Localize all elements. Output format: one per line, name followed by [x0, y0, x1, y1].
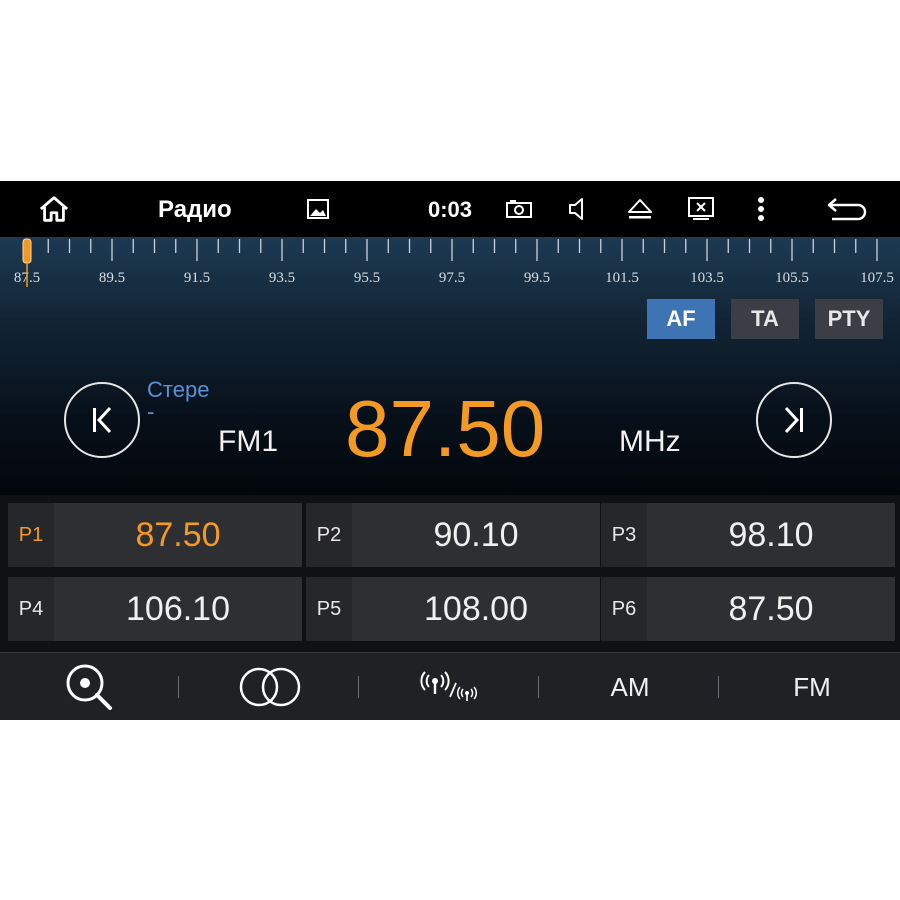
- app-title: Радио: [158, 196, 232, 223]
- preset-label: P6: [601, 577, 647, 641]
- status-bar: Радио 0:03: [0, 181, 900, 237]
- preset-button[interactable]: P5 108.00: [306, 577, 600, 641]
- frequency-scale[interactable]: 87.5 89.5 91.5 93.5 95.5 97.5 99.5 101.5 103.5 10…: [0, 237, 900, 297]
- search-scan-icon: [66, 664, 112, 710]
- preset-grid: P1 87.50 P2 90.10 P3 98.10 P4 106.10 P5 …: [0, 495, 900, 652]
- preset-button[interactable]: P2 90.10: [306, 503, 600, 567]
- pty-button[interactable]: PTY: [815, 299, 883, 339]
- toolbar-divider: [358, 676, 359, 698]
- preset-frequency: 108.00: [424, 589, 528, 628]
- eject-icon[interactable]: [624, 193, 656, 225]
- preset-frequency: 87.50: [728, 589, 814, 628]
- volume-icon[interactable]: [563, 193, 595, 225]
- stereo-indicator: Стере -: [147, 377, 210, 424]
- preset-button[interactable]: P1 87.50: [8, 503, 302, 567]
- scale-label: 105.5: [775, 270, 809, 286]
- scale-label: 91.5: [184, 270, 210, 286]
- band-label: FM1: [218, 425, 278, 458]
- tuner-panel: 87.5 89.5 91.5 93.5 95.5 97.5 99.5 101.5 103.5 10…: [0, 237, 900, 495]
- seek-forward-button[interactable]: [756, 382, 832, 458]
- am-band-button[interactable]: AM: [540, 653, 720, 720]
- fm-band-button[interactable]: FM: [722, 653, 900, 720]
- seek-back-button[interactable]: [64, 382, 140, 458]
- toolbar-divider: [178, 676, 179, 698]
- skip-previous-icon: [93, 406, 112, 434]
- preset-frequency: 106.10: [126, 589, 230, 628]
- preset-frequency: 90.10: [433, 515, 519, 554]
- preset-button[interactable]: P4 106.10: [8, 577, 302, 641]
- preset-frequency: 87.50: [135, 515, 221, 554]
- preset-label: P4: [8, 577, 54, 641]
- radio-screen: Радио 0:03 87.5 89.5 91.5 93.5 95.5 97.5 99.5 1…: [0, 181, 900, 720]
- home-icon[interactable]: [38, 193, 70, 225]
- toolbar-divider: [538, 676, 539, 698]
- frequency-unit: MHz: [619, 425, 681, 458]
- scale-label: 107.5: [860, 270, 894, 286]
- ta-button[interactable]: TA: [731, 299, 799, 339]
- preset-frequency: 98.10: [728, 515, 814, 554]
- scale-label: 97.5: [439, 270, 465, 286]
- current-frequency: 87.50: [345, 384, 546, 473]
- scale-label: 103.5: [690, 270, 724, 286]
- stereo-button[interactable]: [180, 653, 360, 720]
- preset-button[interactable]: P6 87.50: [601, 577, 895, 641]
- af-button[interactable]: AF: [647, 299, 715, 339]
- more-vert-icon[interactable]: [745, 193, 777, 225]
- preset-label: P5: [306, 577, 352, 641]
- frequency-pointer[interactable]: [22, 238, 32, 264]
- preset-label: P2: [306, 503, 352, 567]
- back-icon[interactable]: [826, 193, 868, 225]
- scan-button[interactable]: [0, 653, 180, 720]
- toolbar-divider: [718, 676, 719, 698]
- clock: 0:03: [428, 197, 473, 222]
- local-distance-icon: [420, 671, 478, 701]
- scale-label: 99.5: [524, 270, 550, 286]
- gallery-icon[interactable]: [302, 193, 334, 225]
- scale-label: 93.5: [269, 270, 295, 286]
- screen-off-icon[interactable]: [685, 193, 717, 225]
- scale-label: 89.5: [99, 270, 125, 286]
- scale-label: 101.5: [605, 270, 639, 286]
- preset-button[interactable]: P3 98.10: [601, 503, 895, 567]
- preset-label: P3: [601, 503, 647, 567]
- local-distance-button[interactable]: [360, 653, 540, 720]
- screenshot-icon[interactable]: [503, 193, 535, 225]
- stereo-icon: [239, 667, 301, 707]
- bottom-toolbar: AM FM: [0, 652, 900, 720]
- skip-next-icon: [784, 406, 803, 434]
- scale-label: 95.5: [354, 270, 380, 286]
- preset-label: P1: [8, 503, 54, 567]
